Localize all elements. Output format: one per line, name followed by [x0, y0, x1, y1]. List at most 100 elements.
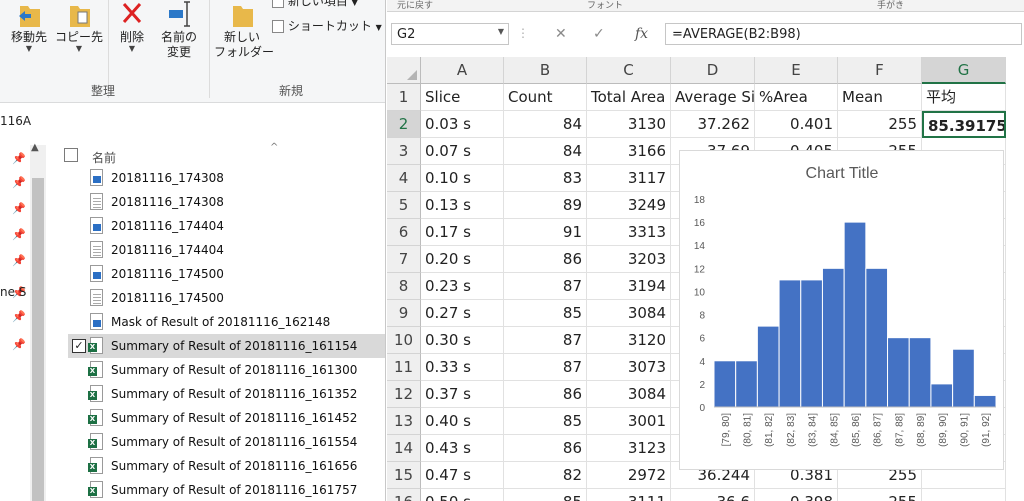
cell[interactable]: 89 — [504, 192, 587, 219]
cell[interactable]: 91 — [504, 219, 587, 246]
file-row[interactable]: 20181116_174404 — [68, 214, 385, 238]
row-header[interactable]: 7 — [387, 246, 421, 273]
pin-icon[interactable]: 📌 — [12, 338, 26, 351]
nav-scrollbar-thumb[interactable] — [32, 178, 44, 501]
cell[interactable]: 86 — [504, 246, 587, 273]
row-header[interactable]: 8 — [387, 273, 421, 300]
row-header[interactable]: 5 — [387, 192, 421, 219]
cell[interactable]: 0.401 — [755, 111, 838, 138]
row-header[interactable]: 3 — [387, 138, 421, 165]
rename-button[interactable]: 名前の 変更 — [157, 0, 201, 60]
name-column-header[interactable]: 名前 — [92, 149, 116, 166]
cell[interactable]: 平均 — [922, 84, 1006, 111]
pin-icon[interactable]: 📌 — [12, 254, 26, 267]
row-header[interactable]: 10 — [387, 327, 421, 354]
cell[interactable]: 0.20 s — [421, 246, 504, 273]
cell[interactable] — [922, 489, 1006, 501]
cell[interactable]: 3194 — [587, 273, 671, 300]
pin-icon[interactable]: 📌 — [12, 228, 26, 241]
cell[interactable]: 86 — [504, 381, 587, 408]
cell[interactable]: 85.39175 — [922, 111, 1006, 138]
cell[interactable]: Average Si — [671, 84, 755, 111]
row-header[interactable]: 9 — [387, 300, 421, 327]
row-header[interactable]: 2 — [387, 111, 421, 138]
row-checkbox[interactable]: ✓ — [72, 339, 86, 353]
shortcut-button[interactable]: ショートカット ▼ — [272, 19, 382, 35]
cell[interactable]: Slice — [421, 84, 504, 111]
file-row[interactable]: Summary of Result of 20181116_161554 — [68, 430, 385, 454]
insert-function-icon[interactable]: fx — [635, 26, 648, 42]
delete-button[interactable]: 削除 ▼ — [113, 0, 151, 53]
file-row[interactable]: 20181116_174500 — [68, 286, 385, 310]
cell[interactable]: 87 — [504, 273, 587, 300]
cell[interactable]: 82 — [504, 462, 587, 489]
cell[interactable]: 85 — [504, 300, 587, 327]
row-header[interactable]: 16 — [387, 489, 421, 501]
cell[interactable]: %Area — [755, 84, 838, 111]
chevron-down-icon[interactable]: ▼ — [498, 27, 504, 36]
cell[interactable]: 3073 — [587, 354, 671, 381]
row-header[interactable]: 4 — [387, 165, 421, 192]
row-header[interactable]: 11 — [387, 354, 421, 381]
new-folder-button[interactable]: 新しい フォルダー — [214, 0, 274, 60]
pin-icon[interactable]: 📌 — [12, 310, 26, 323]
copy-to-button[interactable]: コピー先 ▼ — [55, 0, 103, 53]
cell[interactable]: Total Area — [587, 84, 671, 111]
cell[interactable]: 86 — [504, 435, 587, 462]
cell[interactable]: 0.17 s — [421, 219, 504, 246]
file-row[interactable]: 20181116_174404 — [68, 238, 385, 262]
row-header[interactable]: 14 — [387, 435, 421, 462]
cell[interactable]: 3117 — [587, 165, 671, 192]
row-header[interactable]: 13 — [387, 408, 421, 435]
cell[interactable]: 0.47 s — [421, 462, 504, 489]
file-row[interactable]: ✓ Summary of Result of 20181116_161154 — [68, 334, 385, 358]
column-header-f[interactable]: F — [838, 57, 922, 84]
formula-input[interactable]: =AVERAGE(B2:B98) — [665, 23, 1022, 45]
row-header[interactable]: 1 — [387, 84, 421, 111]
cell[interactable]: 84 — [504, 111, 587, 138]
cell[interactable]: 0.33 s — [421, 354, 504, 381]
cell[interactable]: 0.03 s — [421, 111, 504, 138]
new-item-button[interactable]: 新しい項目 ▼ — [272, 0, 358, 10]
cell[interactable]: 3203 — [587, 246, 671, 273]
cell[interactable]: 0.30 s — [421, 327, 504, 354]
column-header-a[interactable]: A — [421, 57, 504, 84]
cell[interactable]: 85 — [504, 408, 587, 435]
cell[interactable]: 3001 — [587, 408, 671, 435]
column-header-d[interactable]: D — [671, 57, 755, 84]
cell[interactable]: 0.398 — [755, 489, 838, 501]
cell[interactable]: 3120 — [587, 327, 671, 354]
file-row[interactable]: Summary of Result of 20181116_161757 — [68, 478, 385, 501]
cell[interactable]: 84 — [504, 138, 587, 165]
select-all-corner[interactable] — [387, 57, 421, 84]
file-row[interactable]: 20181116_174308 — [68, 166, 385, 190]
enter-check-icon[interactable]: ✓ — [593, 26, 605, 42]
cell[interactable]: 0.50 s — [421, 489, 504, 501]
file-row[interactable]: Mask of Result of 20181116_162148 — [68, 310, 385, 334]
column-header-b[interactable]: B — [504, 57, 587, 84]
cell[interactable]: 0.40 s — [421, 408, 504, 435]
cell[interactable]: 0.27 s — [421, 300, 504, 327]
cell[interactable]: 3084 — [587, 300, 671, 327]
cell[interactable]: 37.262 — [671, 111, 755, 138]
cell[interactable]: 0.23 s — [421, 273, 504, 300]
row-header[interactable]: 15 — [387, 462, 421, 489]
move-to-button[interactable]: 移動先 ▼ — [6, 0, 52, 53]
cell[interactable]: 83 — [504, 165, 587, 192]
pin-icon[interactable]: 📌 — [12, 152, 26, 165]
cell[interactable]: 3111 — [587, 489, 671, 501]
cell[interactable]: 36.6 — [671, 489, 755, 501]
cell[interactable]: 0.13 s — [421, 192, 504, 219]
cell[interactable]: 87 — [504, 354, 587, 381]
cell[interactable]: 3130 — [587, 111, 671, 138]
address-bar[interactable]: 116A — [0, 109, 385, 133]
scroll-up-icon[interactable]: ▲ — [31, 142, 39, 153]
cell[interactable]: Mean — [838, 84, 922, 111]
cancel-icon[interactable]: ✕ — [555, 26, 567, 42]
cell[interactable]: 2972 — [587, 462, 671, 489]
histogram-chart[interactable]: Chart Title 0 2 4 6 8 10 12 14 16 18 [79, 80] (80, 8… — [679, 150, 1004, 470]
column-header-c[interactable]: C — [587, 57, 671, 84]
cell[interactable]: 3084 — [587, 381, 671, 408]
select-all-checkbox[interactable] — [64, 148, 78, 162]
row-header[interactable]: 12 — [387, 381, 421, 408]
